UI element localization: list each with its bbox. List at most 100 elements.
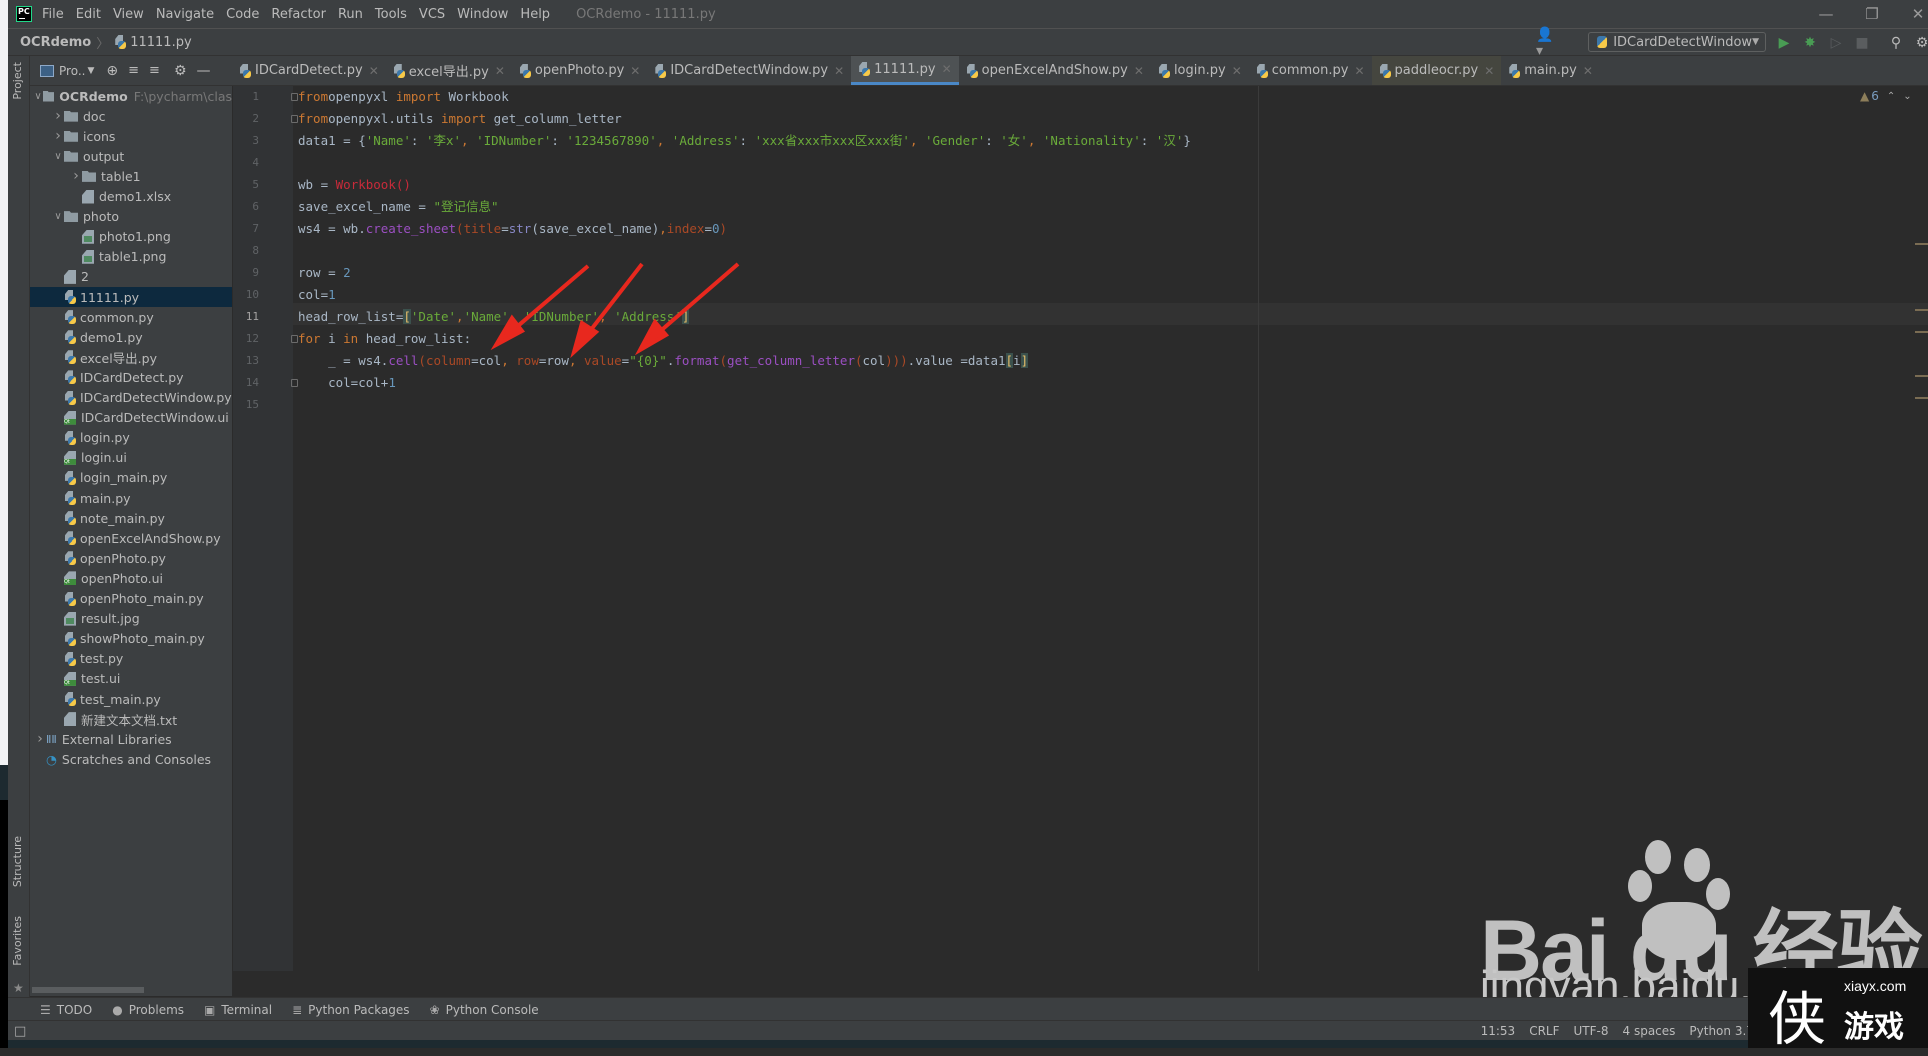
favorites-tool-tab[interactable]: Favorites xyxy=(11,916,24,966)
chevron-down-icon[interactable]: ∨ xyxy=(33,91,43,102)
tree-item[interactable]: IDCardDetectWindow.py xyxy=(30,388,232,408)
menu-edit[interactable]: Edit xyxy=(76,7,101,22)
editor-tab[interactable]: openPhoto.py ✕ xyxy=(512,56,647,85)
tree-item[interactable]: showPhoto_main.py xyxy=(30,629,232,649)
editor-tab[interactable]: paddleocr.py ✕ xyxy=(1371,56,1502,85)
menu-vcs[interactable]: VCS xyxy=(419,7,445,22)
editor-tab[interactable]: excel导出.py ✕ xyxy=(386,56,512,85)
caret-position[interactable]: 11:53 xyxy=(1481,1024,1516,1038)
warning-stripe-mark[interactable] xyxy=(1915,375,1928,377)
editor-tab[interactable]: IDCardDetectWindow.py ✕ xyxy=(647,56,851,85)
chevron-down-icon[interactable]: ∨ xyxy=(52,151,64,162)
tree-item[interactable]: › icons xyxy=(30,126,232,146)
tree-item[interactable]: result.jpg xyxy=(30,609,232,629)
menu-run[interactable]: Run xyxy=(338,7,363,22)
locate-file-icon[interactable]: ⊕ xyxy=(106,63,118,79)
project-tool-tab[interactable]: Project xyxy=(11,62,24,100)
minimize-button[interactable]: — xyxy=(1803,0,1849,28)
code-line[interactable]: save_excel_name = "登记信息" xyxy=(298,196,499,218)
tree-item[interactable]: openExcelAndShow.py xyxy=(30,528,232,548)
code-editor[interactable]: fromopenpyxl import Workbook fromopenpyxl… xyxy=(291,86,1928,971)
editor-tab[interactable]: main.py ✕ xyxy=(1501,56,1600,85)
chevron-right-icon[interactable]: › xyxy=(52,108,64,124)
close-tab-icon[interactable]: ✕ xyxy=(1354,64,1364,78)
tree-item[interactable]: login.py xyxy=(30,428,232,448)
tree-item[interactable]: test.py xyxy=(30,649,232,669)
debug-icon[interactable]: ✸ xyxy=(1800,33,1820,53)
expand-all-icon[interactable]: ≡ xyxy=(128,63,139,78)
settings-gear-icon[interactable]: ⚙ xyxy=(1912,33,1928,53)
coverage-icon[interactable]: ▷ xyxy=(1826,33,1846,53)
chevron-right-icon[interactable]: › xyxy=(52,128,64,144)
tree-item[interactable]: test.ui xyxy=(30,669,232,689)
close-tab-icon[interactable]: ✕ xyxy=(1583,64,1593,78)
close-tab-icon[interactable]: ✕ xyxy=(1232,64,1242,78)
tool-window-terminal[interactable]: ▣ Terminal xyxy=(204,1003,272,1017)
tree-item[interactable]: ∨ output xyxy=(30,146,232,166)
tree-item[interactable]: login.ui xyxy=(30,448,232,468)
close-tab-icon[interactable]: ✕ xyxy=(942,62,952,76)
code-line[interactable]: col=1 xyxy=(298,284,336,306)
restore-button[interactable]: ❐ xyxy=(1849,0,1895,28)
stop-icon[interactable]: ■ xyxy=(1852,33,1872,53)
code-line[interactable]: for i in head_row_list: xyxy=(298,328,471,350)
search-icon[interactable]: ⚲ xyxy=(1886,33,1906,53)
project-horizontal-scrollbar[interactable] xyxy=(30,984,232,996)
close-tab-icon[interactable]: ✕ xyxy=(1484,64,1494,78)
tree-item[interactable]: 11111.py xyxy=(30,287,232,307)
tree-item[interactable]: photo1.png xyxy=(30,227,232,247)
tree-item[interactable]: excel导出.py xyxy=(30,347,232,367)
tree-item[interactable]: openPhoto_main.py xyxy=(30,589,232,609)
tree-item[interactable]: IDCardDetectWindow.ui xyxy=(30,408,232,428)
inspection-widget[interactable]: ▲ 6 ⌃ ⌄ xyxy=(1860,89,1912,103)
code-line[interactable]: _ = ws4.cell(column=col, row=row, value=… xyxy=(298,350,1029,372)
code-line[interactable]: fromopenpyxl import Workbook xyxy=(298,86,509,108)
breadcrumb-file[interactable]: 11111.py xyxy=(114,35,192,50)
editor-tab[interactable]: login.py ✕ xyxy=(1151,56,1249,85)
editor-tab[interactable]: IDCardDetect.py ✕ xyxy=(232,56,386,85)
fold-marker-icon[interactable] xyxy=(291,335,298,343)
code-line[interactable]: row = 2 xyxy=(298,262,351,284)
toggle-tool-windows-icon[interactable]: □ xyxy=(14,1024,26,1039)
editor-tab[interactable]: common.py ✕ xyxy=(1249,56,1372,85)
tree-item[interactable]: › doc xyxy=(30,106,232,126)
run-icon[interactable]: ▶ xyxy=(1774,33,1794,53)
tree-item[interactable]: main.py xyxy=(30,488,232,508)
close-window-button[interactable]: ✕ xyxy=(1895,0,1928,28)
tree-item[interactable]: ∨ OCRdemo F:\pycharm\clas xyxy=(30,86,232,106)
close-tab-icon[interactable]: ✕ xyxy=(834,64,844,78)
next-highlight-icon[interactable]: ⌄ xyxy=(1903,91,1911,102)
breadcrumb-project[interactable]: OCRdemo xyxy=(20,35,91,50)
chevron-right-icon[interactable]: › xyxy=(70,168,82,184)
tree-item[interactable]: test_main.py xyxy=(30,689,232,709)
warning-stripe-mark[interactable] xyxy=(1915,243,1928,245)
fold-marker-icon[interactable] xyxy=(291,93,298,101)
menu-view[interactable]: View xyxy=(113,7,144,22)
tool-window-python-packages[interactable]: ≣ Python Packages xyxy=(292,1003,409,1017)
tree-item[interactable]: 2 xyxy=(30,267,232,287)
tree-item[interactable]: IDCardDetect.py xyxy=(30,367,232,387)
tool-window-python-console[interactable]: ❀ Python Console xyxy=(430,1003,539,1017)
tool-window-problems[interactable]: ● Problems xyxy=(112,1003,184,1017)
options-gear-icon[interactable]: ⚙ xyxy=(174,63,187,79)
chevron-right-icon[interactable]: › xyxy=(34,731,46,747)
line-separator[interactable]: CRLF xyxy=(1529,1024,1559,1038)
close-tab-icon[interactable]: ✕ xyxy=(630,64,640,78)
indent-setting[interactable]: 4 spaces xyxy=(1623,1024,1676,1038)
tree-item[interactable]: demo1.xlsx xyxy=(30,187,232,207)
tree-item[interactable]: openPhoto.ui xyxy=(30,568,232,588)
hide-panel-icon[interactable]: — xyxy=(197,63,211,79)
structure-tool-tab[interactable]: Structure xyxy=(11,836,24,887)
menu-navigate[interactable]: Navigate xyxy=(156,7,214,22)
previous-highlight-icon[interactable]: ⌃ xyxy=(1887,91,1895,102)
menu-file[interactable]: File xyxy=(42,7,64,22)
collapse-all-icon[interactable]: ≡ xyxy=(149,63,160,78)
tree-item[interactable]: ∨ photo xyxy=(30,207,232,227)
code-line[interactable]: head_row_list=['Date','Name', 'IDNumber'… xyxy=(298,306,690,328)
code-line[interactable]: data1 = {'Name': '李x', 'IDNumber': '1234… xyxy=(298,130,1191,152)
project-view-selector[interactable]: Pro.. xyxy=(59,64,85,78)
code-line[interactable]: wb = Workbook() xyxy=(298,174,411,196)
editor-tab[interactable]: 11111.py ✕ xyxy=(851,56,959,85)
file-encoding[interactable]: UTF-8 xyxy=(1574,1024,1609,1038)
tree-item[interactable]: login_main.py xyxy=(30,468,232,488)
